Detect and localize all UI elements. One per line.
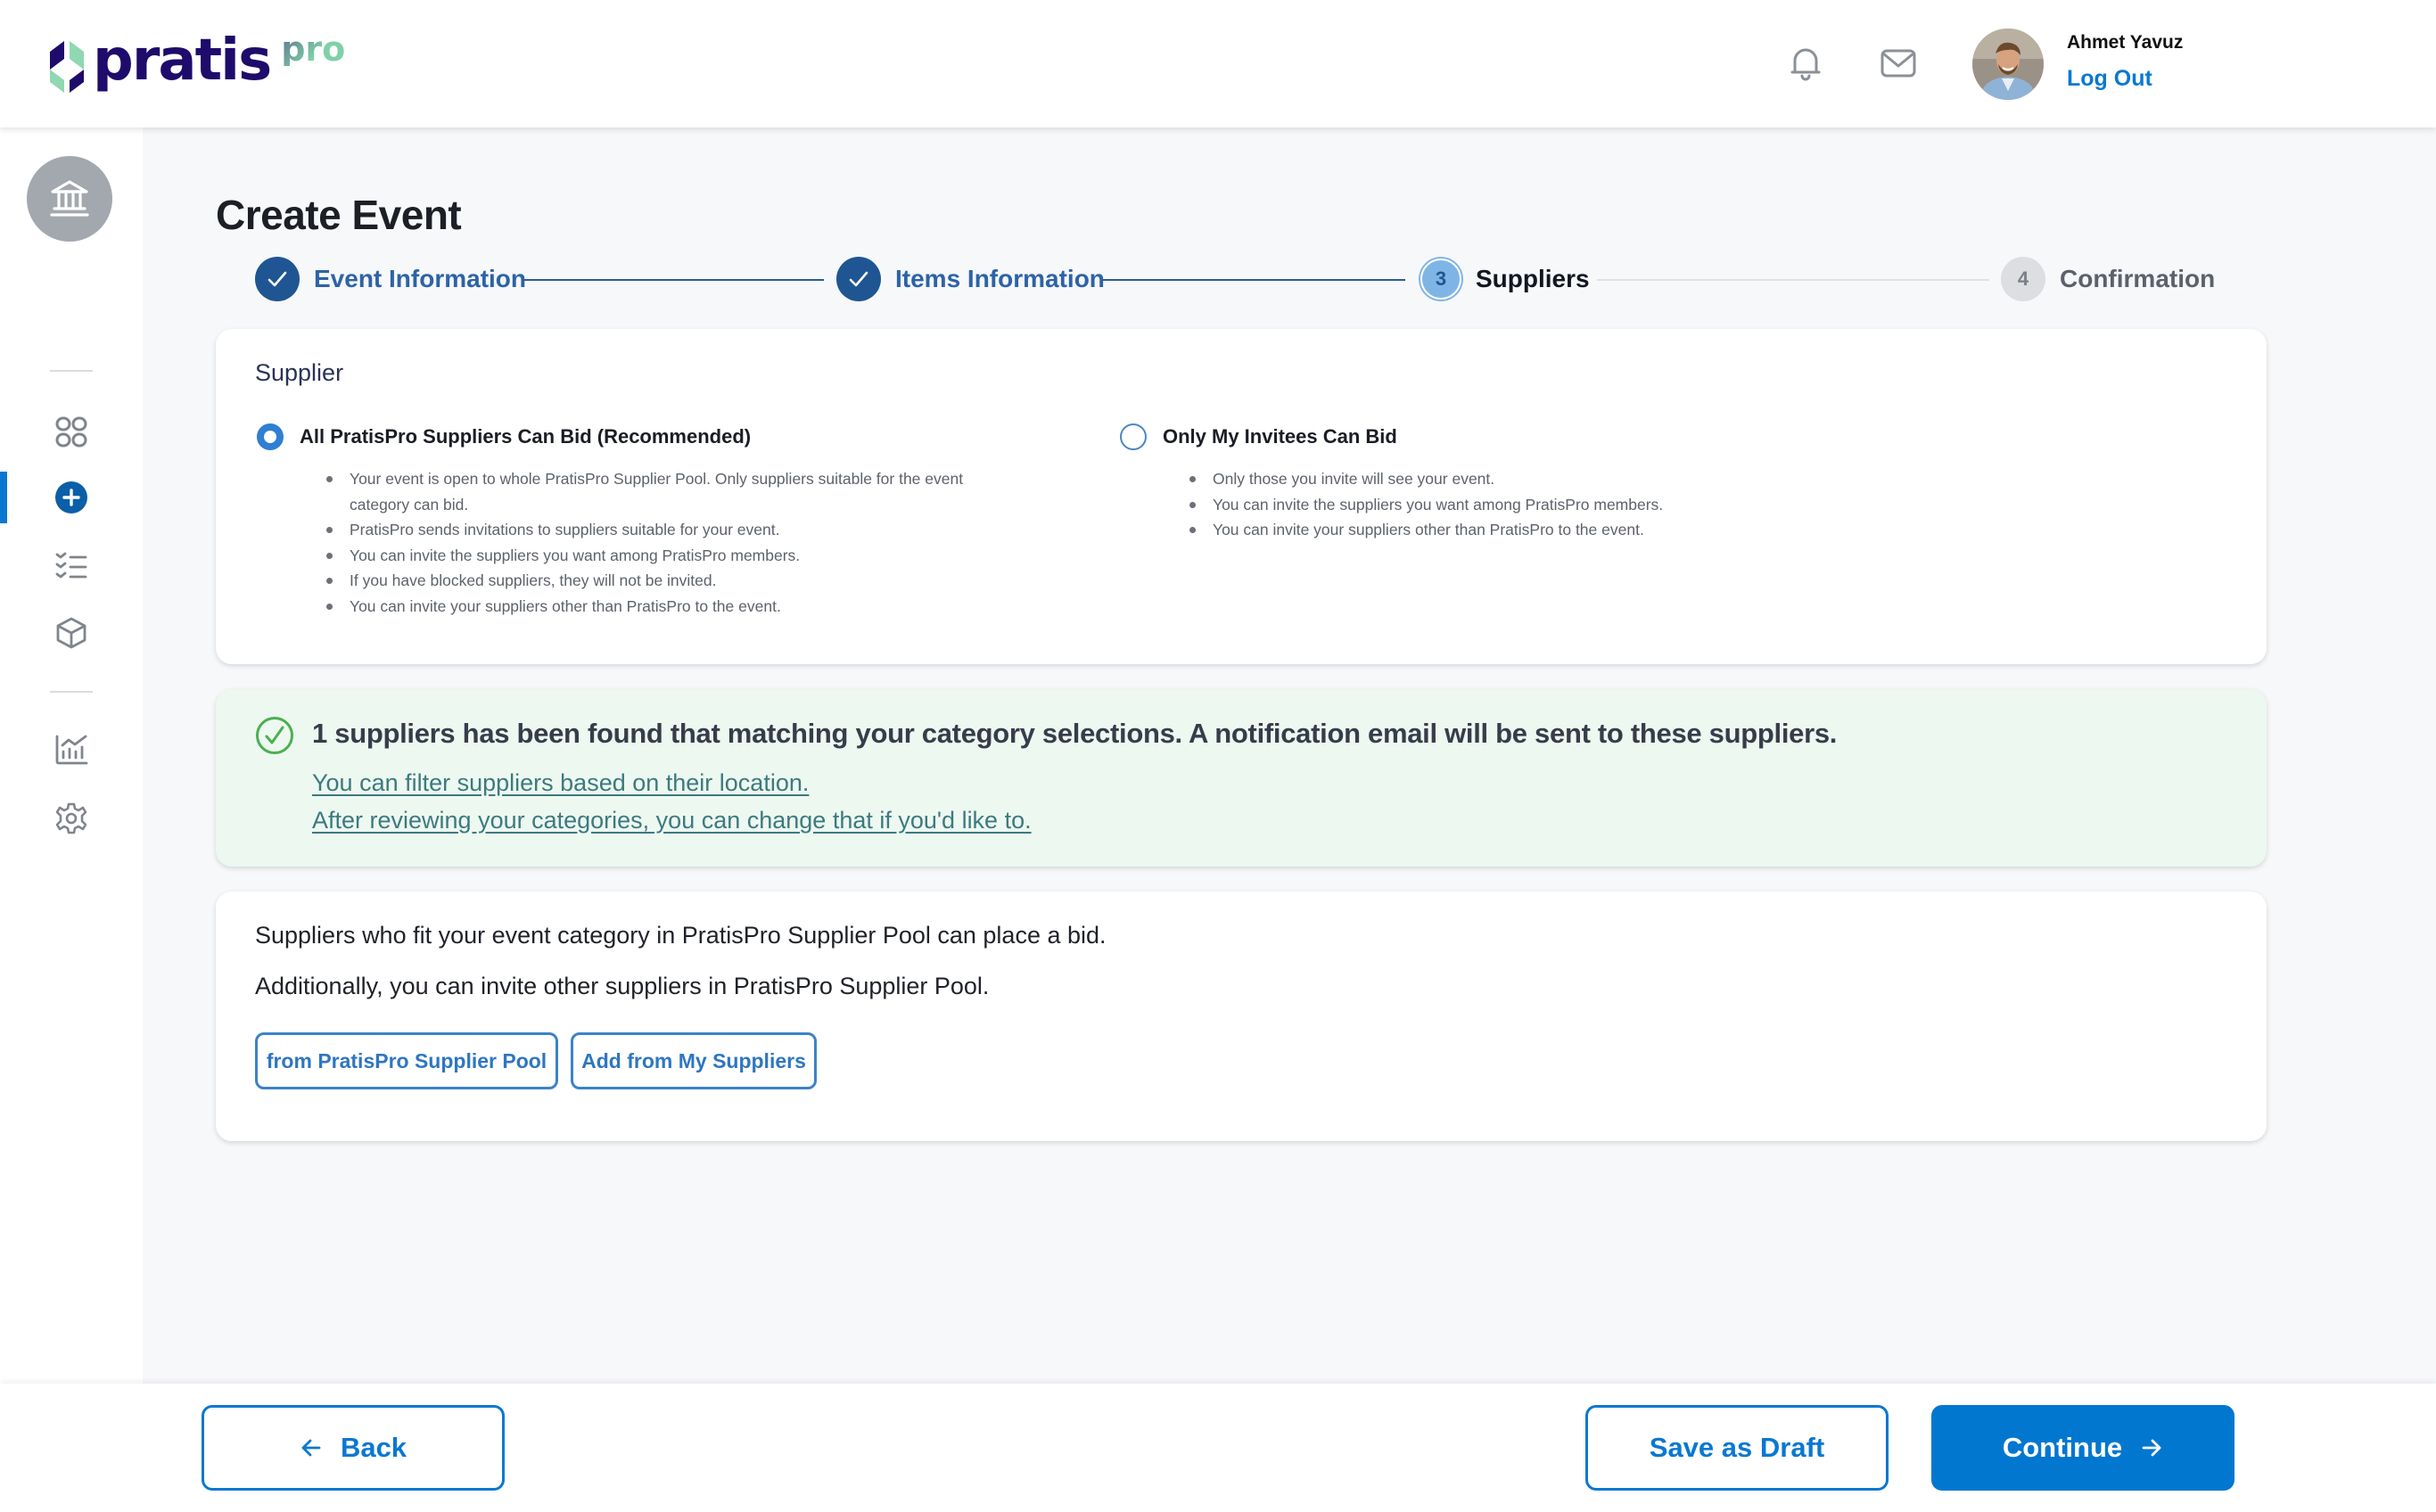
list-item: If you have blocked suppliers, they will… [326,568,968,594]
section-heading: Supplier [255,359,344,386]
list-item: You can invite the suppliers you want am… [1189,492,1992,518]
logo-wordmark: pratis [93,28,272,94]
logo-suffix: pro [281,29,346,69]
back-label: Back [340,1432,407,1463]
review-categories-link[interactable]: After reviewing your categories, you can… [312,807,1032,834]
step-label: Suppliers [1476,265,1590,292]
save-draft-label: Save as Draft [1649,1432,1825,1463]
radio-all-suppliers[interactable]: All PratisPro Suppliers Can Bid (Recomme… [257,423,751,450]
info-text: Suppliers who fit your event category in… [255,922,1107,949]
active-indicator [0,472,7,523]
chart-icon [55,735,88,765]
step-connector [1597,279,1989,281]
filter-by-location-link[interactable]: You can filter suppliers based on their … [312,769,809,797]
step-number-badge: 4 [2001,257,2045,301]
list-item: You can invite the suppliers you want am… [326,543,968,569]
list-item: Only those you invite will see your even… [1189,466,1992,492]
sidebar-item-create-event[interactable] [0,472,143,523]
user-name: Ahmet Yavuz [2067,32,2184,53]
supplier-options-card: Supplier All PratisPro Suppliers Can Bid… [216,329,2267,664]
step-label: Items Information [895,265,1105,292]
list-item: You can invite your suppliers other than… [1189,517,1992,543]
progress-stepper: Event Information Items Information 3 Su… [255,252,2217,306]
list-item: You can invite your suppliers other than… [326,594,968,620]
notice-message: 1 suppliers has been found that matching… [312,718,1838,749]
page-title: Create Event [216,192,462,238]
logo-mark-icon [50,41,84,93]
avatar-photo [1972,29,2044,100]
step-label: Confirmation [2060,265,2216,292]
step-number-badge: 3 [1420,259,1461,300]
radio-only-invitees[interactable]: Only My Invitees Can Bid [1120,423,1397,450]
only-invitees-details: Only those you invite will see your even… [1189,466,1992,543]
step-suppliers[interactable]: 3 Suppliers [1420,252,1590,306]
sidebar-item-settings[interactable] [0,793,143,844]
arrow-right-icon [2142,1439,2161,1457]
top-header: pratis pro Ahmet Yavuz Log Out [0,0,2436,127]
sidebar-divider [50,691,93,693]
radio-label: All PratisPro Suppliers Can Bid (Recomme… [300,425,752,448]
radio-label: Only My Invitees Can Bid [1163,425,1397,448]
radio-unselected-indicator[interactable] [1120,423,1147,450]
radio-selected-indicator[interactable] [257,423,284,450]
info-text: Additionally, you can invite other suppl… [255,973,990,999]
step-items-information[interactable]: Items Information [836,252,1105,306]
sidebar-item-events[interactable] [0,540,143,592]
arrow-left-icon [301,1439,321,1457]
step-connector [1102,279,1405,281]
mail-icon [1880,49,1916,78]
action-footer: Back Save as Draft Continue [0,1384,2436,1512]
checklist-icon [55,552,87,579]
step-label: Event Information [314,265,527,292]
step-complete-badge [255,257,300,301]
bank-building-icon [50,180,89,217]
continue-label: Continue [2002,1432,2123,1463]
plus-circle-icon [55,481,87,514]
sidebar-item-reports[interactable] [0,723,143,775]
checkmark-icon [849,271,868,287]
invite-suppliers-card: Suppliers who fit your event category in… [216,892,2267,1141]
suppliers-found-notice: 1 suppliers has been found that matching… [216,689,2267,867]
messages-button[interactable] [1878,43,1919,84]
step-connector [523,279,824,281]
list-item: Your event is open to whole PratisPro Su… [326,466,968,517]
step-confirmation[interactable]: 4 Confirmation [2001,252,2215,306]
user-avatar[interactable] [1972,29,2044,100]
sidebar-divider [50,370,93,372]
sidebar-item-dashboard[interactable] [0,407,143,458]
step-complete-badge [836,257,881,301]
save-as-draft-button[interactable]: Save as Draft [1585,1405,1889,1491]
back-button[interactable]: Back [202,1405,505,1491]
cube-icon [56,617,86,649]
organization-badge[interactable] [27,156,112,242]
check-circle-icon [256,717,293,754]
checkmark-icon [267,271,287,287]
add-from-my-suppliers-button[interactable]: Add from My Suppliers [571,1032,817,1089]
bell-icon [1790,48,1821,81]
gear-icon [55,802,87,834]
step-event-information[interactable]: Event Information [255,252,526,306]
list-item: PratisPro sends invitations to suppliers… [326,517,968,543]
grid-icon [55,416,87,448]
logout-link[interactable]: Log Out [2067,66,2152,92]
all-suppliers-details: Your event is open to whole PratisPro Su… [326,466,968,619]
continue-button[interactable]: Continue [1931,1405,2234,1491]
pratispro-logo[interactable]: pratis pro [46,32,345,94]
sidebar-item-products[interactable] [0,607,143,659]
add-from-supplier-pool-button[interactable]: from PratisPro Supplier Pool [255,1032,558,1089]
notifications-button[interactable] [1785,43,1826,84]
sidebar [0,127,143,1384]
